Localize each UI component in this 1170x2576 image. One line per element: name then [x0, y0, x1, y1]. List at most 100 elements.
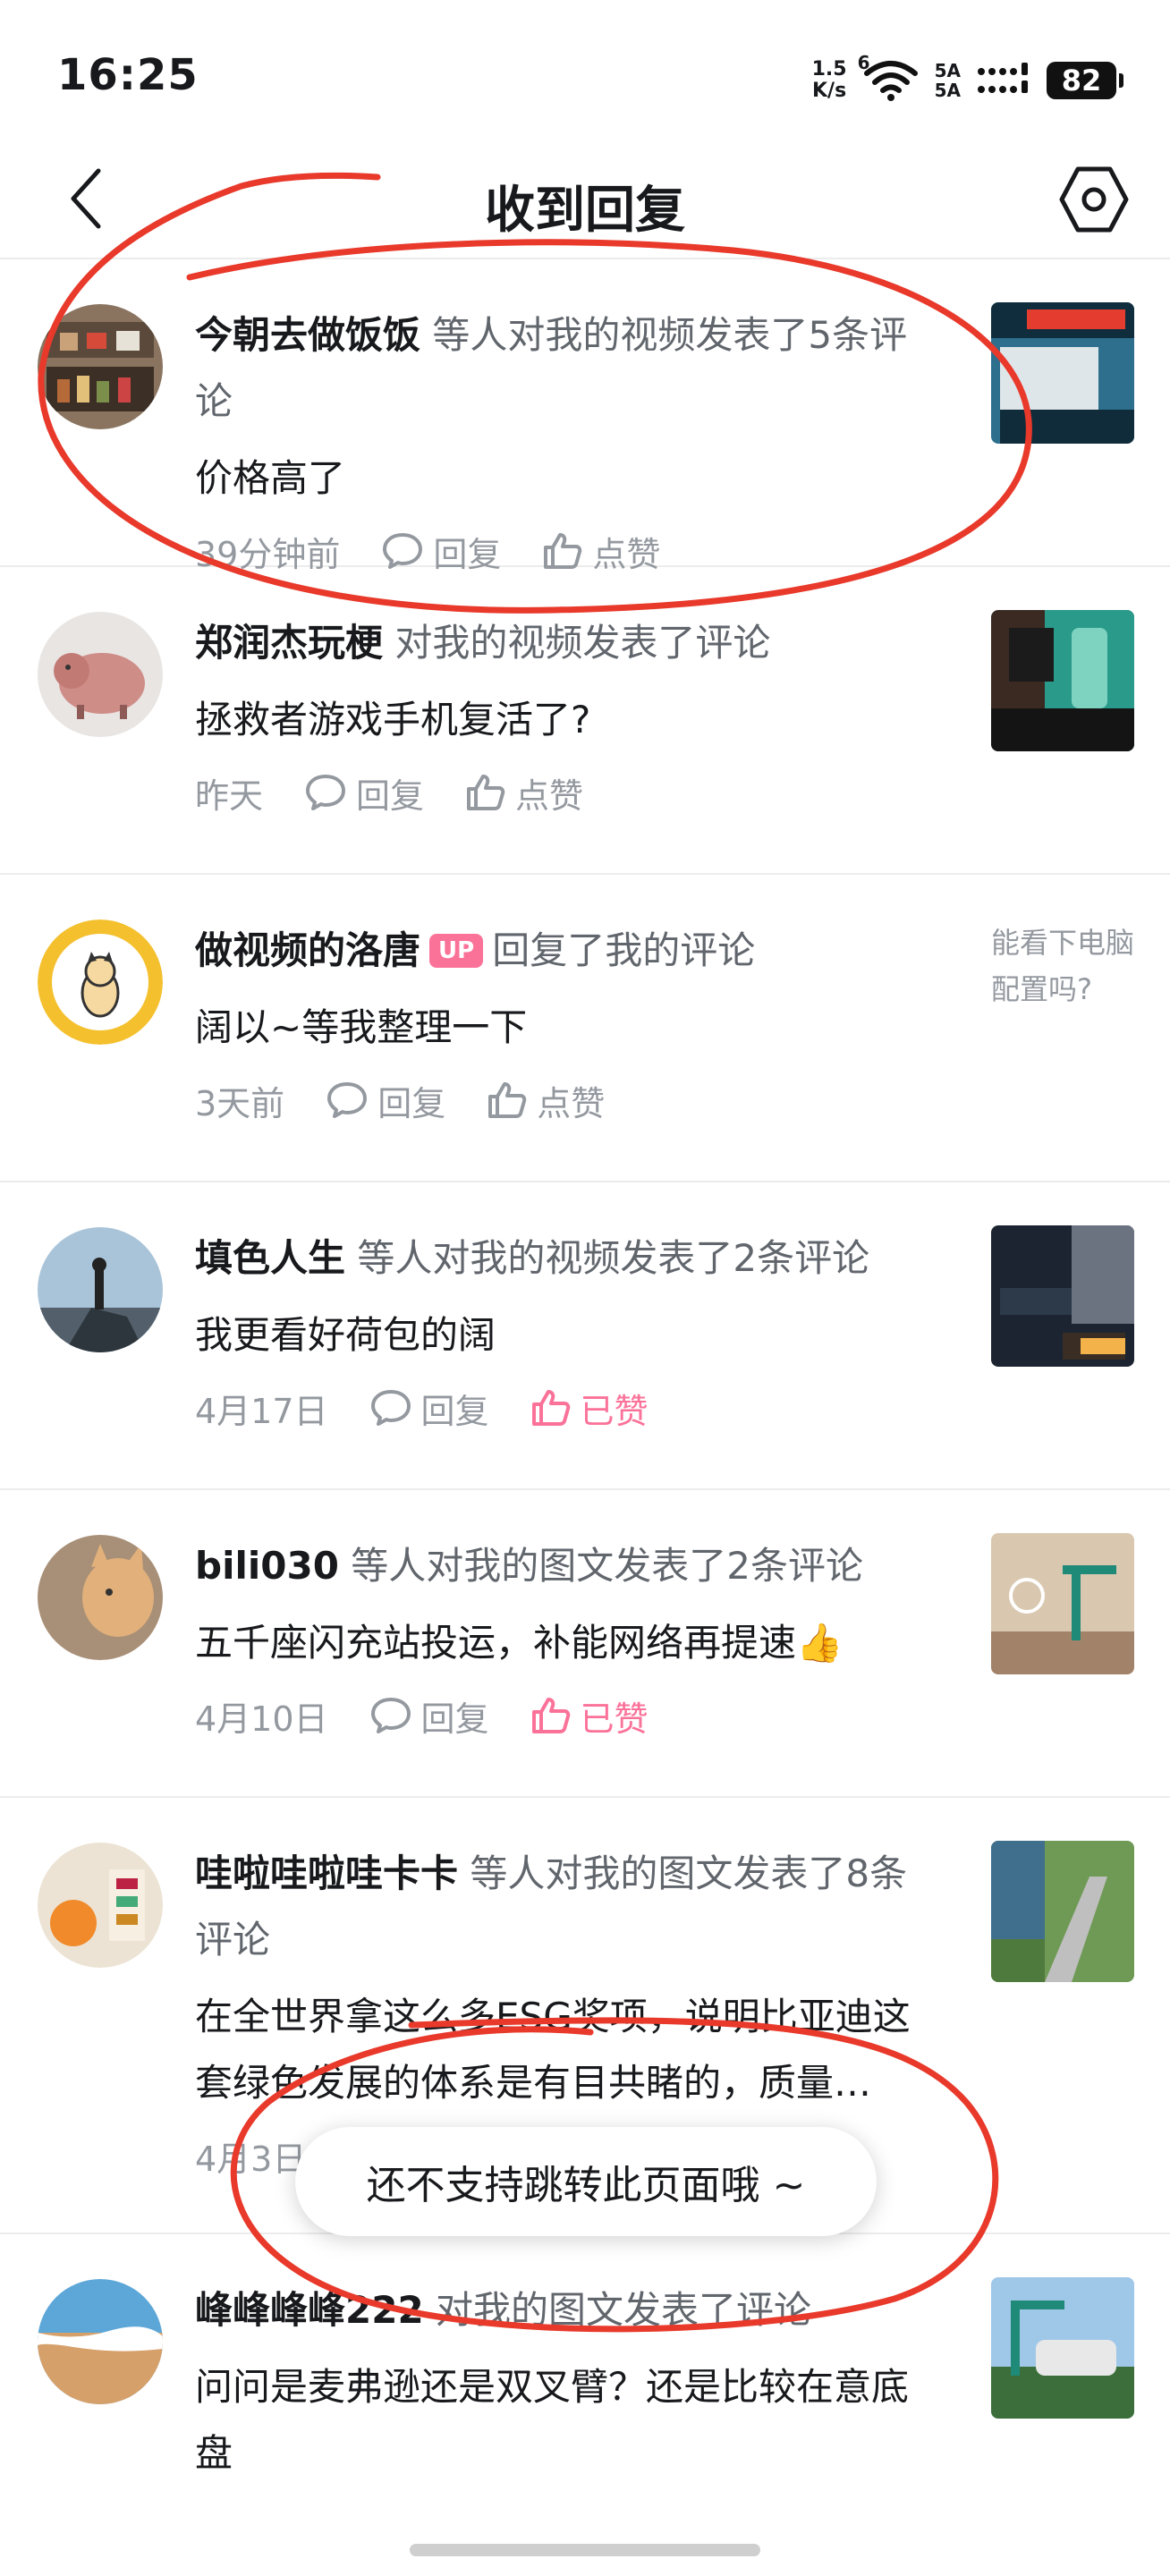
- comment-text[interactable]: 问问是麦弗逊还是双叉臂？还是比较在意底盘: [195, 2354, 937, 2487]
- item-header: 今朝去做饭饭 等人对我的视频发表了5条评论: [195, 302, 937, 435]
- list-item[interactable]: bili030 等人对我的图文发表了2条评论 五千座闪充站投运，补能网络再提速👍…: [0, 1490, 1170, 1798]
- comment-bubble-icon: [327, 1082, 368, 1118]
- avatar[interactable]: [38, 304, 163, 429]
- item-action: 对我的图文发表了评论: [436, 2288, 812, 2332]
- timestamp: 4月10日: [195, 1699, 328, 1739]
- image-thumbnail[interactable]: [991, 1533, 1134, 1674]
- toast-message: 还不支持跳转此页面哦 ~: [295, 2127, 877, 2236]
- list-item[interactable]: 做视频的洛唐 UP 回复了我的评论 阔以~等我整理一下 3天前 回复 点赞 能看下电…: [0, 875, 1170, 1182]
- net-speed-value: 1.5: [811, 58, 847, 80]
- reply-label: 回复: [420, 1699, 489, 1739]
- settings-button[interactable]: [1054, 159, 1134, 240]
- like-button[interactable]: 点赞: [465, 768, 583, 818]
- timestamp: 4月17日: [195, 1391, 328, 1431]
- signal-labels: 5A 5A: [935, 61, 961, 100]
- username[interactable]: 哇啦哇啦哇卡卡: [195, 1852, 458, 1895]
- item-content: 今朝去做饭饭 等人对我的视频发表了5条评论 价格高了 39分钟前 回复 点赞: [195, 302, 937, 578]
- item-header: 填色人生 等人对我的视频发表了2条评论: [195, 1225, 937, 1292]
- avatar[interactable]: [38, 1843, 163, 1968]
- thumbs-up-icon: [544, 533, 582, 569]
- username[interactable]: 郑润杰玩梗: [195, 621, 383, 665]
- list-item[interactable]: 峰峰峰峰222 对我的图文发表了评论 问问是麦弗逊还是双叉臂？还是比较在意底盘: [0, 2234, 1170, 2503]
- comment-bubble-icon: [383, 533, 423, 569]
- network-type: 6: [857, 52, 870, 73]
- timestamp: 4月3日: [195, 2139, 307, 2179]
- comment-bubble-icon: [370, 1390, 411, 1426]
- like-button[interactable]: 点赞: [487, 1076, 605, 1125]
- item-content: 郑润杰玩梗 对我的视频发表了评论 拯救者游戏手机复活了? 昨天 回复 点赞: [195, 610, 937, 819]
- page-header: 收到回复: [0, 143, 1170, 259]
- home-indicator[interactable]: [410, 2544, 760, 2556]
- reply-button[interactable]: 回复: [326, 1076, 445, 1125]
- list-item[interactable]: 今朝去做饭饭 等人对我的视频发表了5条评论 价格高了 39分钟前 回复 点赞: [0, 259, 1170, 574]
- comment-text[interactable]: 拯救者游戏手机复活了?: [195, 687, 937, 753]
- comment-text[interactable]: 价格高了: [195, 445, 937, 512]
- timestamp: 昨天: [195, 775, 264, 816]
- reply-label: 回复: [377, 1083, 446, 1123]
- item-actions: 4月17日 回复 已赞: [195, 1381, 937, 1435]
- item-action: 回复了我的评论: [492, 928, 756, 972]
- net-speed: 1.5 K/s: [812, 59, 847, 102]
- up-badge: UP: [429, 933, 484, 968]
- like-label: 已赞: [580, 1391, 649, 1431]
- reply-button[interactable]: 回复: [369, 1384, 489, 1433]
- item-content: 做视频的洛唐 UP 回复了我的评论 阔以~等我整理一下 3天前 回复 点赞: [195, 918, 937, 1127]
- hexagon-settings-icon: [1059, 166, 1129, 233]
- comment-text[interactable]: 阔以~等我整理一下: [195, 995, 937, 1061]
- item-content: 填色人生 等人对我的视频发表了2条评论 我更看好荷包的阔 4月17日 回复 已赞: [195, 1225, 937, 1435]
- like-button[interactable]: 已赞: [530, 1691, 649, 1741]
- net-speed-unit: K/s: [812, 80, 847, 102]
- avatar[interactable]: [38, 2279, 163, 2404]
- item-actions: 3天前 回复 点赞: [195, 1073, 937, 1127]
- item-action: 等人对我的视频发表了2条评论: [357, 1236, 870, 1280]
- comment-bubble-icon: [306, 775, 346, 810]
- thumbs-up-icon: [488, 1082, 527, 1118]
- item-header: bili030 等人对我的图文发表了2条评论: [195, 1533, 937, 1599]
- reply-button[interactable]: 回复: [369, 1691, 489, 1741]
- battery-indicator: 82: [1047, 62, 1123, 99]
- like-button[interactable]: 已赞: [530, 1384, 649, 1433]
- like-label: 点赞: [515, 775, 584, 816]
- video-thumbnail[interactable]: [991, 302, 1134, 444]
- original-comment-preview[interactable]: 能看下电脑配置吗?: [991, 919, 1143, 1013]
- username[interactable]: 峰峰峰峰222: [195, 2288, 424, 2332]
- page-title: 收到回复: [485, 182, 685, 240]
- item-header: 做视频的洛唐 UP 回复了我的评论: [195, 918, 937, 984]
- list-item[interactable]: 郑润杰玩梗 对我的视频发表了评论 拯救者游戏手机复活了? 昨天 回复 点赞: [0, 567, 1170, 875]
- battery-level: 82: [1061, 64, 1102, 97]
- username[interactable]: 做视频的洛唐: [195, 928, 420, 972]
- status-time: 16:25: [57, 50, 199, 100]
- thumbs-up-icon: [467, 775, 505, 810]
- item-header: 峰峰峰峰222 对我的图文发表了评论: [195, 2277, 937, 2343]
- item-actions: 4月10日 回复 已赞: [195, 1689, 937, 1742]
- signal-bars-icon: [977, 59, 1030, 102]
- avatar[interactable]: [38, 1535, 163, 1660]
- item-header: 郑润杰玩梗 对我的视频发表了评论: [195, 610, 937, 676]
- comment-text[interactable]: 我更看好荷包的阔: [195, 1302, 937, 1368]
- username[interactable]: bili030: [195, 1544, 339, 1588]
- video-thumbnail[interactable]: [991, 1225, 1134, 1367]
- image-thumbnail[interactable]: [991, 2277, 1134, 2419]
- list-item[interactable]: 填色人生 等人对我的视频发表了2条评论 我更看好荷包的阔 4月17日 回复 已赞: [0, 1182, 1170, 1490]
- comment-text[interactable]: 在全世界拿这么多ESG奖项，说明比亚迪这套绿色发展的体系是有目共睹的，质量…: [195, 1984, 937, 2116]
- image-thumbnail[interactable]: [991, 1841, 1134, 1982]
- reply-label: 回复: [356, 775, 425, 816]
- avatar[interactable]: [38, 1227, 163, 1352]
- reply-button[interactable]: 回复: [304, 768, 424, 818]
- comment-text[interactable]: 五千座闪充站投运，补能网络再提速👍: [195, 1610, 937, 1676]
- video-thumbnail[interactable]: [991, 610, 1134, 751]
- item-action: 等人对我的图文发表了2条评论: [351, 1544, 864, 1588]
- thumbs-up-icon: [531, 1698, 570, 1733]
- item-header: 哇啦哇啦哇卡卡 等人对我的图文发表了8条评论: [195, 1841, 937, 1973]
- reply-label: 回复: [420, 1391, 489, 1431]
- username[interactable]: 填色人生: [195, 1236, 345, 1280]
- item-action: 对我的视频发表了评论: [394, 621, 771, 665]
- avatar[interactable]: [38, 919, 163, 1045]
- timestamp: 3天前: [195, 1083, 285, 1123]
- item-content: 峰峰峰峰222 对我的图文发表了评论 问问是麦弗逊还是双叉臂？还是比较在意底盘: [195, 2277, 937, 2487]
- item-content: bili030 等人对我的图文发表了2条评论 五千座闪充站投运，补能网络再提速👍…: [195, 1533, 937, 1742]
- username[interactable]: 今朝去做饭饭: [195, 313, 420, 357]
- avatar[interactable]: [38, 612, 163, 737]
- comment-bubble-icon: [370, 1698, 411, 1733]
- status-right: 1.5 K/s 6 5A 5A 82: [812, 52, 1123, 107]
